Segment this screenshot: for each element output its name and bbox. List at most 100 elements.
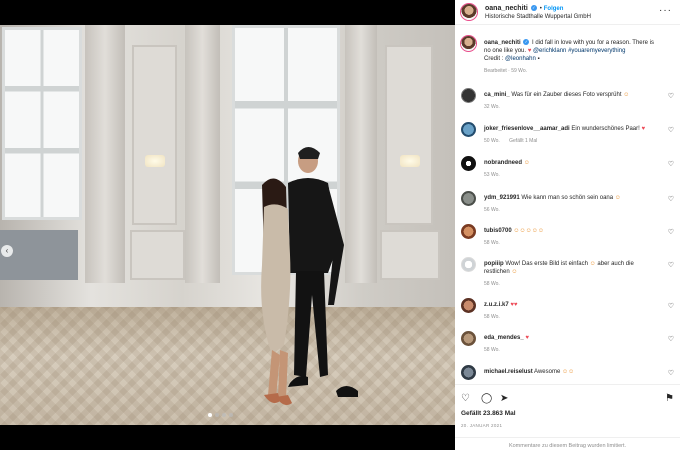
comment-body: z.u.z.i.k7 ♥♥ 58 Wo. [484,301,659,321]
comment-meta: 53 Wo. [484,171,659,179]
photo-window-left [2,27,82,220]
comment-username[interactable]: michael.reiselust [484,369,533,375]
commenter-avatar[interactable] [461,224,476,239]
comment-body: tubis0700 ☺☺☺☺☺ 58 Wo. [484,227,659,247]
comment-meta: 56 Wo. [484,206,659,214]
photo-panel [385,45,433,225]
heart-icon[interactable]: ♡ [668,195,674,203]
caption-body: oana_nechiti ✓ I did fall in love with y… [484,39,659,75]
commenter-avatar[interactable] [461,156,476,171]
photo-couple [261,147,358,405]
comment-emoji: ☺☺☺☺☺ [513,228,544,234]
post-date: 20. JANUAR 2021 [461,423,503,428]
photo-lamp [145,155,165,167]
heart-icon[interactable]: ♡ [668,302,674,310]
commenter-avatar[interactable] [461,365,476,380]
edited-meta: Bearbeitet · 59 Wo. [484,68,527,74]
comment-body: popiiip Wow! Das erste Bild ist einfach … [484,260,659,288]
previous-photo-button[interactable]: ‹ [1,245,13,257]
commenter-avatar[interactable] [461,298,476,313]
comment-text: Wow! Das erste Bild ist einfach [505,261,588,267]
heart-emoji: ♥ [527,48,532,54]
comment-username[interactable]: z.u.z.i.k7 [484,302,509,308]
commenter-avatar[interactable] [461,191,476,206]
author-username[interactable]: oana_nechiti [485,5,528,12]
follow-button[interactable]: Folgen [544,6,564,12]
separator-dot: • [539,6,542,12]
comment-emoji: ♥ [525,335,529,341]
carousel-dot [215,413,219,417]
heart-icon[interactable]: ♡ [668,335,674,343]
comment-username[interactable]: nobrandneed [484,160,522,166]
heart-icon[interactable]: ♡ [668,126,674,134]
photo-panel [380,230,440,280]
heart-icon[interactable]: ♡ [668,228,674,236]
comment-likes[interactable]: Gefällt 1 Mal [509,138,537,144]
post-photo[interactable]: ‹ [0,25,455,425]
carousel-dot [222,413,226,417]
comment-icon[interactable]: ◯ [481,393,492,404]
carousel-dot [208,413,212,417]
comment-body: nobrandneed ☺ 53 Wo. [484,159,659,179]
comment-emoji: ♥ [641,126,646,132]
verified-icon: ✓ [530,5,537,12]
commenter-avatar[interactable] [461,331,476,346]
comment-body: joker_friesenlove__aamar_adi Ein wunders… [484,125,659,145]
heart-icon[interactable]: ♡ [668,261,674,269]
comment-text: Was für ein Zauber dieses Foto versprüht [511,92,622,98]
comment-meta: 58 Wo. [484,313,659,321]
heart-icon[interactable]: ♡ [461,393,470,404]
photo-panel [132,45,177,225]
likes-count[interactable]: Gefällt 23.863 Mal [461,410,516,417]
comment-time: 58 Wo. [484,347,500,353]
comment-meta: 50 Wo. Gefällt 1 Mal [484,137,659,145]
comment-username[interactable]: popiiip [484,261,504,267]
comment-meta: 58 Wo. [484,280,659,288]
post-actions: ♡ ◯ ➤ ⚑ Gefällt 23.863 Mal 20. JANUAR 20… [455,384,680,450]
comment-time: 32 Wo. [484,104,500,110]
verified-icon: ✓ [523,39,530,46]
commenter-avatar[interactable] [461,257,476,272]
comment-time: 58 Wo. [484,281,500,287]
comment-text: Awesome [534,369,561,375]
share-icon[interactable]: ➤ [500,393,508,404]
caption-meta: Bearbeitet · 59 Wo. [484,67,659,75]
photo-panel [130,230,185,280]
bookmark-icon[interactable]: ⚑ [665,393,674,404]
caption-hashtag[interactable]: #youaremyeverything [568,48,625,54]
comments-list[interactable]: oana_nechiti ✓ I did fall in love with y… [455,26,680,384]
comment-username[interactable]: ca_mini_ [484,92,510,98]
commenter-avatar[interactable] [461,88,476,103]
comment-emoji: ☺ [623,92,630,98]
author-avatar[interactable] [461,36,476,51]
comments-limited-notice: Kommentare zu diesem Beitrag wurden limi… [455,437,680,449]
heart-icon[interactable]: ♡ [668,160,674,168]
comment-body: ca_mini_ Was für ein Zauber dieses Foto … [484,91,659,111]
instagram-post-modal: ‹ oana_nechiti ✓ • Folgen Historische St… [0,0,680,450]
carousel-dots [208,413,233,417]
photo-pillar [185,25,220,283]
comment-username[interactable]: joker_friesenlove__aamar_adi [484,126,570,132]
caption-credit-mention[interactable]: @leonhahn [505,56,536,62]
more-options-icon[interactable]: ··· [659,6,672,16]
comment-username[interactable]: eda_mendes_ [484,335,524,341]
author-avatar[interactable] [461,4,477,20]
comment-meta: 32 Wo. [484,103,659,111]
comment-body: michael.reiselust Awesome ☺☺ [484,368,659,376]
caption-mention[interactable]: @erichklann [533,48,566,54]
photo-lamp [400,155,420,167]
comment-time: 56 Wo. [484,207,500,213]
comment-meta: 58 Wo. [484,239,659,247]
heart-icon[interactable]: ♡ [668,92,674,100]
heart-icon[interactable]: ♡ [668,369,674,377]
comment-emoji-2: ☺ [511,269,518,275]
caption-username[interactable]: oana_nechiti [484,40,521,46]
comment-username[interactable]: ydm_921991 [484,195,520,201]
comment-meta: 58 Wo. [484,346,659,354]
comment-username[interactable]: tubis0700 [484,228,512,234]
caption-credit: Credit : [484,56,504,62]
commenter-avatar[interactable] [461,122,476,137]
post-sidebar: oana_nechiti ✓ • Folgen Historische Stad… [455,0,680,450]
post-location[interactable]: Historische Stadthalle Wuppertal GmbH [485,14,591,20]
photo-dado [0,230,78,280]
